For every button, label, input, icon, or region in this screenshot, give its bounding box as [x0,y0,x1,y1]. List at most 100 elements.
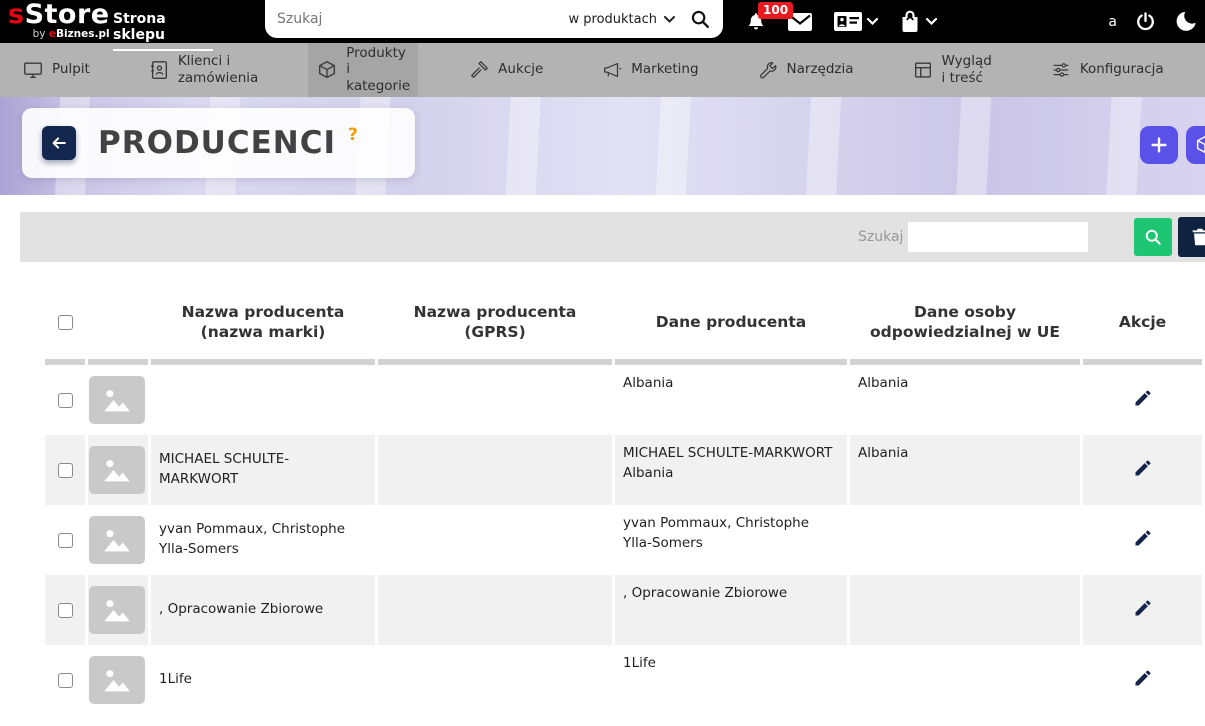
image-placeholder-icon [89,516,145,564]
producer-gprs [378,505,612,575]
table-row: MICHAEL SCHULTE-MARKWORT MICHAEL SCHULTE… [45,435,1202,505]
page-header-banner: PRODUCENCI ? [0,97,1205,195]
table-row: Albania Albania [45,365,1202,435]
contacts-menu-button[interactable] [833,11,878,32]
edit-icon[interactable] [1133,458,1153,478]
producer-data: yvan Pommaux, Christophe Ylla-Somers [615,505,847,575]
chevron-down-icon [664,16,675,23]
eu-person-data [850,645,1080,715]
dark-mode-toggle[interactable] [1174,9,1199,34]
nav-item-klienci[interactable]: Klienci i zamówienia [140,48,266,91]
list-search-input[interactable] [908,222,1088,252]
gavel-icon [468,59,490,81]
power-icon [1134,10,1157,33]
global-search-input[interactable] [277,11,569,27]
wrench-icon [757,59,779,81]
nav-item-produkty[interactable]: Produkty i kategorie [308,40,418,100]
notification-badge: 100 [758,2,793,19]
list-search-button[interactable] [1134,218,1172,256]
shopping-bag-icon [898,9,922,34]
search-scope-label: w produktach [569,12,658,27]
producer-name: MICHAEL SCHULTE-MARKWORT [151,435,375,505]
image-placeholder-icon [89,586,145,634]
logo-by: by [33,28,49,40]
eu-person-data: Albania [850,365,1080,435]
main-nav: Pulpit Klienci i zamówienia Produkty i k… [0,43,1205,97]
trash-icon [1189,226,1205,248]
cube-icon [316,59,338,81]
nav-item-aukcje[interactable]: Aukcje [460,54,551,87]
producer-name: 1Life [151,645,375,715]
arrow-left-icon [49,133,69,153]
edit-icon[interactable] [1133,388,1153,408]
producer-gprs [378,365,612,435]
producer-gprs [378,645,612,715]
eu-person-data: Albania [850,435,1080,505]
search-icon [1143,227,1163,247]
app-logo: sStore by eBiznes.pl [8,1,110,40]
nav-label: Narzędzia [787,61,854,77]
select-all-checkbox[interactable] [58,315,73,330]
nav-label: Wygląd i treść [942,53,992,85]
megaphone-icon [601,59,623,81]
logo-by-e: e [49,28,56,40]
edit-icon[interactable] [1133,598,1153,618]
row-checkbox[interactable] [58,393,73,408]
producer-data: Albania [615,365,847,435]
producer-name: , Opracowanie Zbiorowe [151,575,375,645]
nav-item-narzedzia[interactable]: Narzędzia [749,54,862,87]
image-placeholder-icon [89,376,145,424]
nav-item-konfiguracja[interactable]: Konfiguracja [1042,54,1172,87]
help-icon[interactable]: ? [348,125,358,145]
back-button[interactable] [42,126,76,160]
edit-icon[interactable] [1133,668,1153,688]
page-title: PRODUCENCI [98,125,336,161]
search-icon[interactable] [689,8,711,30]
table-row: , Opracowanie Zbiorowe , Opracowanie Zbi… [45,575,1202,645]
producers-table: Nazwa producenta (nazwa marki) Nazwa pro… [42,285,1205,715]
global-search: w produktach [265,0,723,38]
shop-menu-button[interactable] [898,9,937,34]
row-checkbox[interactable] [58,603,73,618]
nav-item-marketing[interactable]: Marketing [593,54,706,87]
column-header-eu: Dane osoby odpowiedzialnej w UE [850,285,1080,365]
top-bar: sStore by eBiznes.pl Strona sklepu w pro… [0,0,1205,43]
logout-button[interactable] [1134,10,1157,33]
producer-name [151,365,375,435]
layout-icon [912,59,934,81]
producer-name: yvan Pommaux, Christophe Ylla-Somers [151,505,375,575]
list-toolbar: Szukaj [20,212,1205,262]
eu-person-data [850,505,1080,575]
row-checkbox[interactable] [58,533,73,548]
manage-products-button[interactable] [1186,126,1205,164]
nav-label: Klienci i zamówienia [178,53,258,85]
column-header-gprs: Nazwa producenta (GPRS) [378,285,612,365]
table-header-row: Nazwa producenta (nazwa marki) Nazwa pro… [45,285,1202,365]
logo-s: s [8,0,25,30]
image-column-header [88,285,148,365]
producer-data: , Opracowanie Zbiorowe [615,575,847,645]
nav-label: Marketing [631,61,698,77]
plus-icon [1148,134,1170,156]
table-row: yvan Pommaux, Christophe Ylla-Somers yva… [45,505,1202,575]
row-checkbox[interactable] [58,673,73,688]
producer-data: MICHAEL SCHULTE-MARKWORT Albania [615,435,847,505]
column-header-name: Nazwa producenta (nazwa marki) [151,285,375,365]
nav-item-wyglad[interactable]: Wygląd i treść [904,48,1000,91]
delete-selected-button[interactable] [1178,217,1205,257]
table-row: 1Life 1Life [45,645,1202,715]
nav-label: Pulpit [52,61,90,77]
nav-label: Produkty i kategorie [346,45,410,94]
image-placeholder-icon [89,656,145,704]
nav-item-pulpit[interactable]: Pulpit [14,54,98,87]
add-producer-button[interactable] [1140,126,1178,164]
producer-gprs [378,435,612,505]
nav-label: Konfiguracja [1080,61,1164,77]
search-scope-select[interactable]: w produktach [569,12,676,27]
column-header-actions: Akcje [1083,285,1202,365]
edit-icon[interactable] [1133,528,1153,548]
store-page-link[interactable]: Strona sklepu [113,11,213,51]
row-checkbox[interactable] [58,463,73,478]
column-header-producer: Dane producenta [615,285,847,365]
notifications-button[interactable]: 100 [745,10,767,34]
